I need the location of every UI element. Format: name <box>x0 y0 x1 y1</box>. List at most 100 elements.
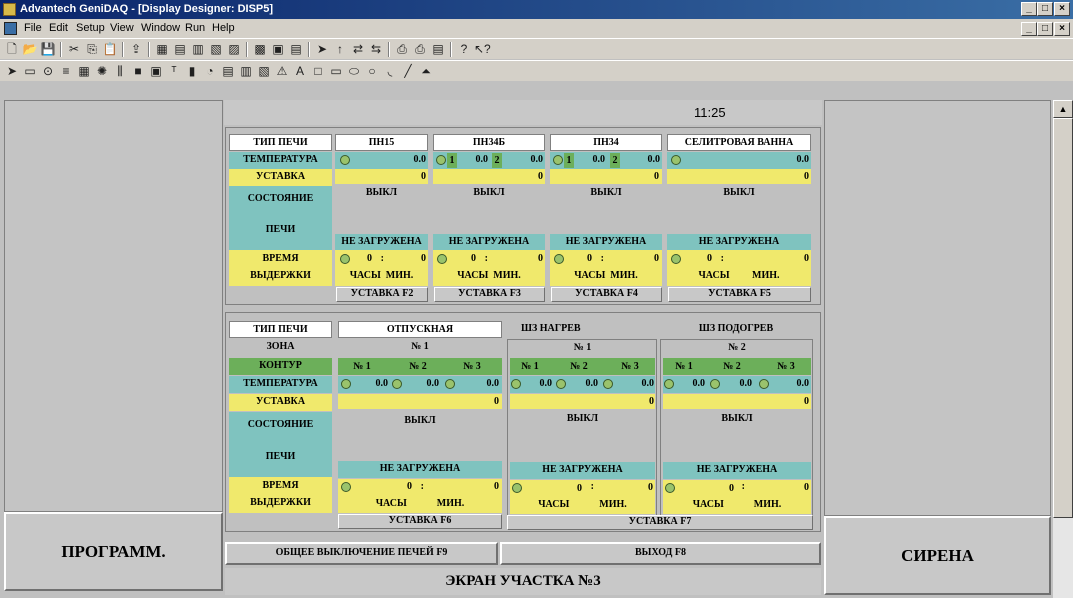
print-icon[interactable]: ⎙ <box>394 42 410 57</box>
led-tool-icon[interactable]: ■ <box>130 64 146 79</box>
furnace-sz-heat-zone: № 1 <box>510 340 655 357</box>
polyline-tool-icon[interactable]: ⏶ <box>418 64 434 79</box>
gauge-tool-icon[interactable]: ◔ <box>202 64 218 79</box>
minimize-button[interactable]: _ <box>1021 2 1037 16</box>
app-icon <box>3 3 16 16</box>
new-file-icon[interactable]: 🗋 <box>4 42 20 57</box>
text-tool-icon[interactable]: ᵀ <box>166 64 182 79</box>
alarm-tool-icon[interactable]: ⚠ <box>274 64 290 79</box>
trend-tool-icon[interactable]: ▤ <box>220 64 236 79</box>
status-led-icon <box>341 379 351 389</box>
connect-icon[interactable]: ⇄ <box>350 42 366 57</box>
furnace-pn34-name: ПН34 <box>550 134 662 151</box>
status-led-icon <box>556 379 566 389</box>
pointer-icon[interactable]: ➤ <box>4 64 20 79</box>
furnace-pn34-load: НЕ ЗАГРУЖЕНА <box>550 234 662 250</box>
furnace-pn15-units: ЧАСЫ МИН. <box>335 268 428 286</box>
task-icon[interactable]: ▦ <box>154 42 170 57</box>
display-icon[interactable]: ▧ <box>208 42 224 57</box>
child-minimize-button[interactable]: _ <box>1021 22 1037 36</box>
report-icon[interactable]: ▤ <box>288 42 304 57</box>
context-help-icon[interactable]: ↖? <box>474 42 491 57</box>
menu-file[interactable]: File <box>24 22 42 34</box>
setpoint-f5-button[interactable]: УСТАВКА F5 <box>668 287 811 302</box>
arc-tool-icon[interactable]: ◟ <box>382 64 398 79</box>
furnace-sz-heat-state: ВЫКЛ <box>510 409 655 461</box>
furnace-salt-bath-state: ВЫКЛ <box>667 184 811 234</box>
setpoint-f3-button[interactable]: УСТАВКА F3 <box>434 287 545 302</box>
upload-icon[interactable]: ⇪ <box>128 42 144 57</box>
menu-tool-icon[interactable]: ≡ <box>58 64 74 79</box>
knob-tool-icon[interactable]: ✺ <box>94 64 110 79</box>
step-icon[interactable]: ↑ <box>332 42 348 57</box>
grid-icon[interactable]: ▥ <box>190 42 206 57</box>
document-icon[interactable] <box>4 22 17 35</box>
print-setup-icon[interactable]: ⎙ <box>412 42 428 57</box>
copy-icon[interactable]: ⎘ <box>84 42 100 57</box>
paste-icon[interactable]: 📋 <box>102 42 118 57</box>
program-button[interactable]: ПРОГРАММ. <box>4 512 223 591</box>
menu-edit[interactable]: Edit <box>49 22 68 34</box>
label-circuit: КОНТУР <box>229 358 332 375</box>
print-preview-icon[interactable]: ▤ <box>430 42 446 57</box>
line-tool-icon[interactable]: ╱ <box>400 64 416 79</box>
picture-tool-icon[interactable]: ▧ <box>256 64 272 79</box>
ellipse-tool-icon[interactable]: ⬭ <box>346 64 362 79</box>
slider-tool-icon[interactable]: ⫼ <box>112 64 128 79</box>
child-restore-button[interactable]: □ <box>1037 22 1053 36</box>
restore-button[interactable]: □ <box>1037 2 1053 16</box>
run-icon[interactable]: ➤ <box>314 42 330 57</box>
task-config-icon[interactable]: ▤ <box>172 42 188 57</box>
label-furnace-type: ТИП ПЕЧИ <box>229 134 332 151</box>
vertical-scrollbar[interactable]: ▲ <box>1053 100 1073 598</box>
status-led-icon <box>340 155 350 165</box>
display-tool-icon[interactable]: ▦ <box>76 64 92 79</box>
circle-tool-icon[interactable]: ○ <box>364 64 380 79</box>
toggle-tool-icon[interactable]: ⊙ <box>40 64 56 79</box>
numeric-tool-icon[interactable]: ▣ <box>148 64 164 79</box>
device-icon[interactable]: ▩ <box>252 42 268 57</box>
disconnect-icon[interactable]: ⇆ <box>368 42 384 57</box>
shutdown-all-button[interactable]: ОБЩЕЕ ВЫКЛЮЧЕНИЕ ПЕЧЕЙ F9 <box>225 542 498 565</box>
label-tool-icon[interactable]: A <box>292 64 308 79</box>
menu-setup[interactable]: Setup <box>76 22 105 34</box>
setpoint-f6-button[interactable]: УСТАВКА F6 <box>338 514 502 529</box>
rounded-rect-tool-icon[interactable]: ▭ <box>328 64 344 79</box>
open-folder-icon[interactable]: 📂 <box>22 42 38 57</box>
close-button[interactable]: × <box>1054 2 1070 16</box>
label-furnace-type-2: ТИП ПЕЧИ <box>229 321 332 338</box>
status-led-icon <box>340 254 350 264</box>
cut-icon[interactable]: ✂ <box>66 42 82 57</box>
menu-window[interactable]: Window <box>141 22 180 34</box>
help-icon[interactable]: ? <box>456 42 472 57</box>
status-led-icon <box>603 379 613 389</box>
furnace-salt-bath-load: НЕ ЗАГРУЖЕНА <box>667 234 811 250</box>
setpoint-f2-button[interactable]: УСТАВКА F2 <box>336 287 428 302</box>
menu-run[interactable]: Run <box>185 22 205 34</box>
device-config-icon[interactable]: ▣ <box>270 42 286 57</box>
port-icon[interactable]: ▨ <box>226 42 242 57</box>
setpoint-f7-button[interactable]: УСТАВКА F7 <box>507 515 813 530</box>
siren-button[interactable]: СИРЕНА <box>824 516 1051 595</box>
furnace-sz-heat-units: ЧАСЫ МИН. <box>510 497 655 514</box>
furnace-salt-bath-units: ЧАСЫ МИН. <box>667 268 811 286</box>
furnace-sz-preheat-load: НЕ ЗАГРУЖЕНА <box>663 462 811 479</box>
status-led-icon <box>671 155 681 165</box>
setpoint-f4-button[interactable]: УСТАВКА F4 <box>551 287 662 302</box>
save-icon[interactable]: 💾 <box>40 42 56 57</box>
exit-button[interactable]: ВЫХОД F8 <box>500 542 821 565</box>
furnace-sz-preheat-zone: № 2 <box>663 340 811 357</box>
status-led-icon <box>437 254 447 264</box>
furnace-salt-bath-name: СЕЛИТРОВАЯ ВАННА <box>667 134 811 151</box>
scroll-up-icon[interactable]: ▲ <box>1053 100 1073 118</box>
window-title: Advantech GeniDAQ - [Display Designer: D… <box>20 3 274 15</box>
button-tool-icon[interactable]: ▭ <box>22 64 38 79</box>
rectangle-tool-icon[interactable]: □ <box>310 64 326 79</box>
scroll-thumb[interactable] <box>1053 118 1073 518</box>
bar-tool-icon[interactable]: ▮ <box>184 64 200 79</box>
menu-help[interactable]: Help <box>212 22 235 34</box>
furnace-pn15-name: ПН15 <box>335 134 428 151</box>
menu-view[interactable]: View <box>110 22 134 34</box>
child-close-button[interactable]: × <box>1054 22 1070 36</box>
histogram-tool-icon[interactable]: ▥ <box>238 64 254 79</box>
